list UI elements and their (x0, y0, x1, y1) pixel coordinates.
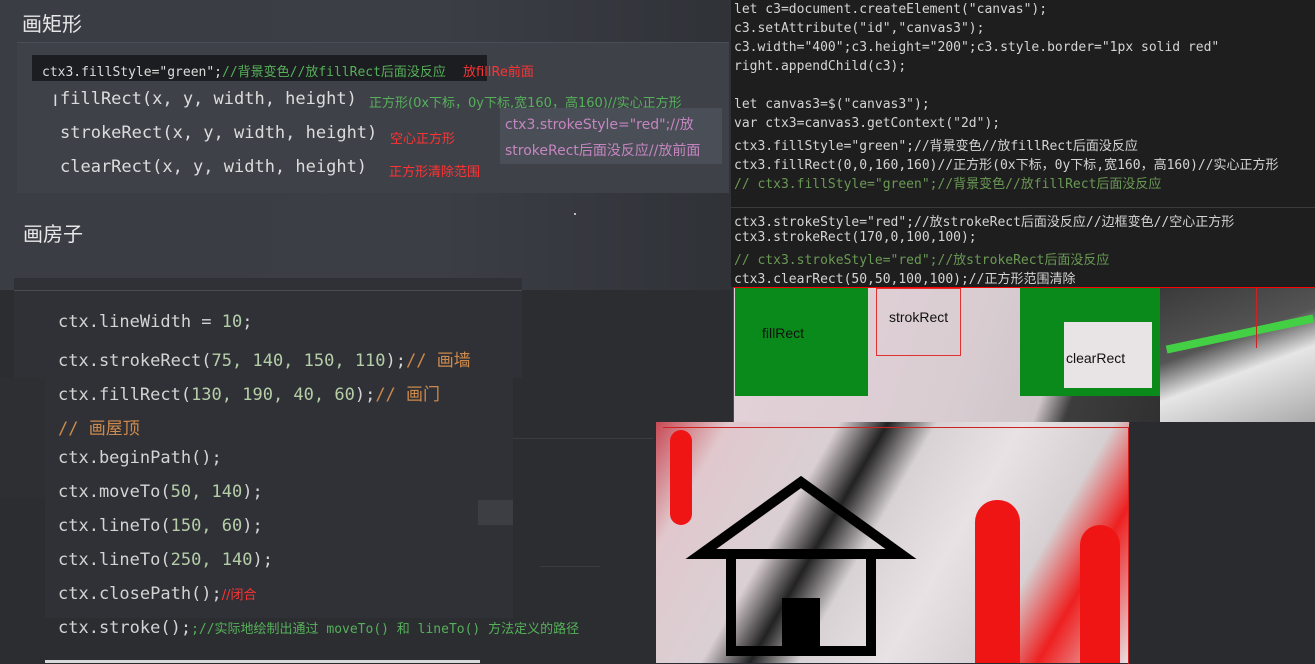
editor-code-line: c3.setAttribute("id","canvas3"); (734, 21, 985, 36)
house-code-line: ctx.lineWidth = 10; (58, 312, 253, 332)
house-code-comment: // 画屋顶 (58, 419, 140, 439)
canvas3-background-photo (1160, 288, 1315, 422)
house-panel-line-2 (540, 566, 600, 567)
clearrect-signature: clearRect(x, y, width, height) (60, 157, 368, 177)
house-code-line: ctx.closePath();//闭合 (58, 584, 257, 604)
house-panel-block (478, 500, 513, 525)
fillstyle-tooltip-text: ctx3.fillStyle="green";//背景变色//放fillRect… (42, 61, 446, 80)
strokerect-label: strokRect (889, 309, 949, 325)
editor-code-line: ctx3.fillStyle="green";//背景变色//放fillRect… (734, 139, 1138, 154)
editor-code-line: // ctx3.fillStyle="green";//背景变色//放fillR… (734, 177, 1162, 192)
house-code-number: 10 (221, 312, 243, 332)
editor-separator (731, 207, 1315, 208)
house-panel-divider (14, 290, 522, 291)
editor-code-line: let c3=document.createElement("canvas"); (734, 2, 1048, 17)
fillrect-signature: fillRect(x, y, width, height) (60, 89, 357, 109)
fillstyle-note: 放fillRe前面 (463, 65, 534, 80)
dust-dot (574, 213, 576, 215)
section-title-house: 画房子 (23, 222, 83, 246)
text-cursor: I (53, 91, 58, 110)
editor-code-line: right.appendChild(c3); (734, 59, 907, 74)
canvas3-border-mark (1256, 288, 1257, 348)
house-code-punct: ; (242, 312, 253, 332)
editor-code-line: ctx3.clearRect(50,50,100,100);//正方形范围清除 (734, 272, 1076, 287)
house-code-line: // 画屋顶 (58, 414, 140, 439)
house-code-number: 250, 140 (170, 550, 253, 570)
house-panel-line (513, 438, 653, 439)
fillstyle-code: ctx3.fillStyle="green"; (42, 65, 223, 80)
house-code-text: ctx.beginPath(); (58, 448, 222, 468)
editor-code-line: let canvas3=$("canvas3"); (734, 97, 930, 112)
canvas3-fillrect (735, 288, 868, 396)
house-code-comment: // 画门 (375, 385, 441, 405)
house-code-comment: ;//实际地绘制出通过 moveTo() 和 lineTo() 方法定义的路径 (191, 622, 580, 637)
house-code-comment: //闭合 (221, 588, 257, 603)
editor-code-line: c3.width="400";c3.height="200";c3.style.… (734, 40, 1220, 55)
editor-code-line: // ctx3.strokeStyle="red";//放strokeRect后… (734, 253, 1110, 268)
house-code-line: ctx.moveTo(50, 140); (58, 482, 263, 502)
editor-code-line: ctx3.strokeStyle="red";//放strokeRect后面没反… (734, 215, 1235, 230)
house-code-punct: ); (385, 351, 407, 371)
house-canvas-side (1130, 422, 1315, 663)
house-code-panel-left (0, 378, 45, 498)
house-door (782, 598, 820, 656)
house-code-line: ctx.lineTo(250, 140); (58, 550, 273, 570)
house-drawing (685, 475, 917, 656)
house-code-punct: ); (242, 482, 263, 502)
house-code-text: ctx.lineTo( (58, 516, 171, 536)
house-code-text: ctx.lineWidth = (58, 312, 222, 332)
house-code-text: ctx.closePath(); (58, 584, 222, 604)
house-code-text: ctx.stroke(); (58, 618, 192, 638)
clearrect-label: clearRect (1066, 350, 1126, 366)
house-code-line: ctx.stroke();;//实际地绘制出通过 moveTo() 和 line… (58, 618, 579, 638)
strokestyle-tip-line1: ctx3.strokeStyle="red";//放 (505, 117, 694, 133)
fillstyle-comment: //背景变色//放fillRect后面没反应 (222, 65, 446, 80)
house-roof (685, 475, 917, 559)
fillrect-label: fillRect (762, 325, 805, 341)
house-code-text: ctx.moveTo( (58, 482, 171, 502)
clearrect-note: 正方形清除范围 (389, 165, 481, 180)
house-code-punct: ); (354, 385, 376, 405)
house-code-text: ctx.fillRect( (58, 385, 192, 405)
house-code-punct: ); (242, 516, 263, 536)
house-code-line: ctx.lineTo(150, 60); (58, 516, 263, 536)
house-code-number: 150, 60 (170, 516, 243, 536)
editor-code-line: ctx3.fillRect(0,0,160,160)//正方形(0x下标，0y下… (734, 158, 1279, 173)
house-code-line: ctx.fillRect(130, 190, 40, 60);// 画门 (58, 380, 440, 405)
house-code-number: 130, 190, 40, 60 (191, 385, 355, 405)
house-code-number: 75, 140, 150, 110 (211, 351, 386, 371)
house-code-punct: ); (252, 550, 273, 570)
house-code-line: ctx.strokeRect(75, 140, 150, 110);// 画墙 (58, 346, 471, 371)
strokerect-signature: strokeRect(x, y, width, height) (60, 123, 378, 143)
house-code-text: ctx.strokeRect( (58, 351, 212, 371)
house-code-comment: // 画墙 (406, 351, 471, 371)
editor-code-line: var ctx3=canvas3.getContext("2d"); (734, 116, 1001, 131)
house-code-line: ctx.beginPath(); (58, 448, 222, 468)
house-code-text: ctx.lineTo( (58, 550, 171, 570)
house-code-number: 50, 140 (170, 482, 243, 502)
strokerect-note: 空心正方形 (390, 132, 456, 147)
editor-code-line: ctx3.strokeRect(170,0,100,100); (734, 230, 977, 245)
strokestyle-tip-line2: strokeRect后面没反应//放前面 (505, 143, 701, 159)
section-title-rect: 画矩形 (22, 12, 82, 36)
